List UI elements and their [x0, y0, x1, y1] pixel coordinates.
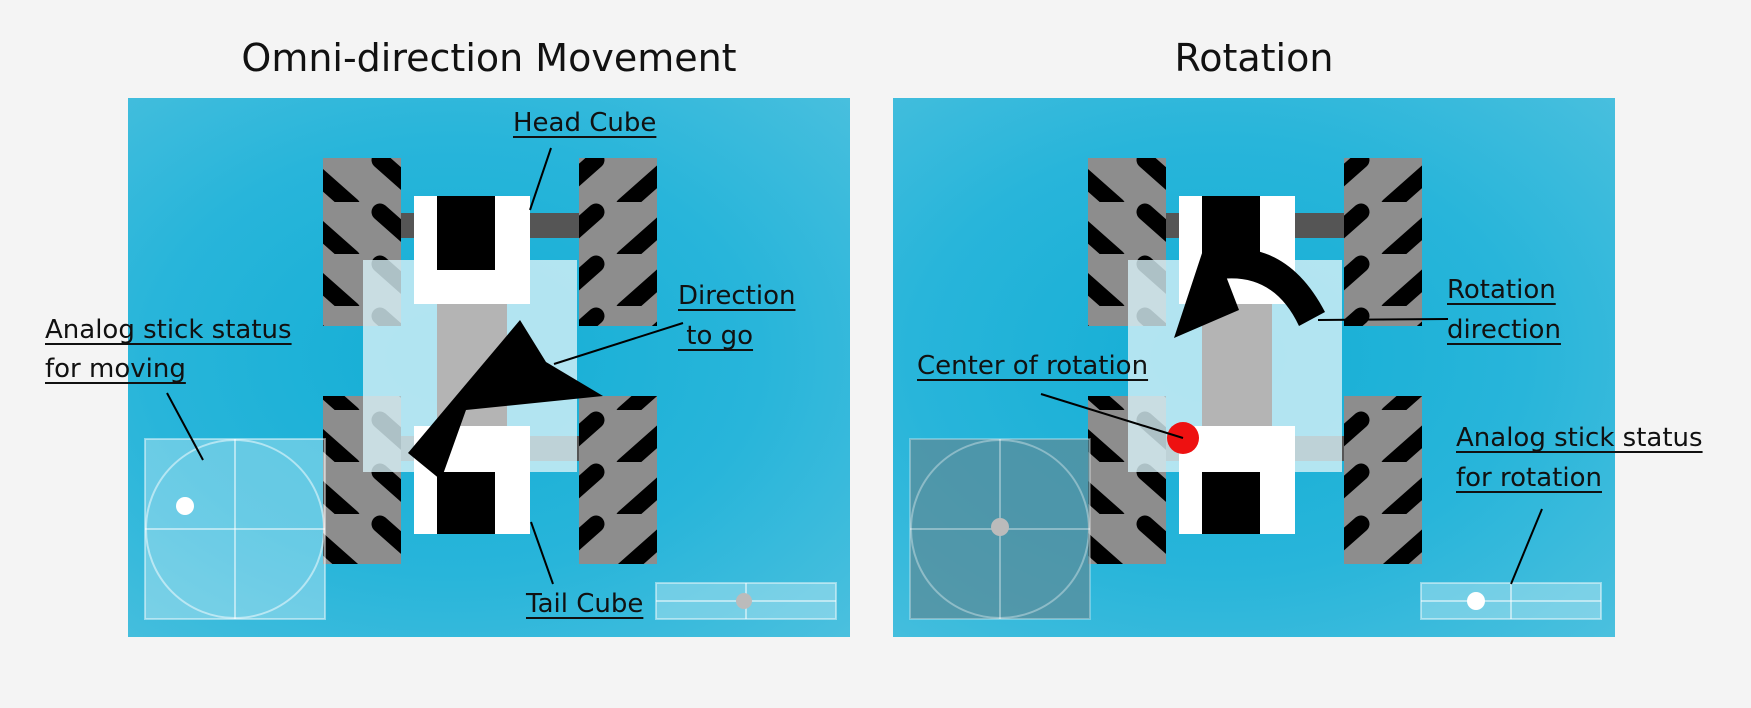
label-stick-rotation-line1: Analog stick status [1456, 423, 1703, 453]
stick-knob-moving [176, 497, 194, 515]
head-cube-leader [529, 147, 552, 211]
left-panel-title: Omni-direction Movement [241, 36, 737, 80]
label-stick-moving-line1: Analog stick status [45, 315, 292, 345]
analog-stick-rotation [909, 438, 1091, 620]
tail-cube-leader [530, 521, 554, 585]
label-center-of-rotation: Center of rotation [917, 351, 1149, 381]
label-head-cube: Head Cube [513, 108, 657, 138]
analog-stick-moving [144, 438, 326, 620]
slider-knob-moving [736, 593, 752, 609]
stick-knob-rotation [991, 518, 1009, 536]
analog-slider-moving [655, 582, 837, 620]
label-tail-cube: Tail Cube [526, 589, 644, 619]
analog-slider-rotation [1420, 582, 1602, 620]
omni-movement-panel: Head Cube Tail Cube Direction to go [128, 98, 850, 637]
label-stick-moving-line2: for moving [45, 354, 186, 384]
label-stick-rotation-line2: for rotation [1456, 463, 1602, 493]
stick-rotation-leader [1510, 508, 1543, 585]
label-direction-line1: Direction [678, 281, 796, 311]
right-panel-title: Rotation [1174, 36, 1334, 80]
label-direction-line2: to go [678, 321, 754, 351]
omni-movement-diagram [144, 147, 837, 620]
label-rotation-dir-line1: Rotation [1447, 275, 1556, 305]
label-rotation-dir-line2: direction [1447, 315, 1561, 345]
slider-knob-rotation [1467, 592, 1485, 610]
rotation-dir-leader [1317, 318, 1449, 321]
rotation-panel: Rotation direction Center of rotation [893, 98, 1615, 637]
